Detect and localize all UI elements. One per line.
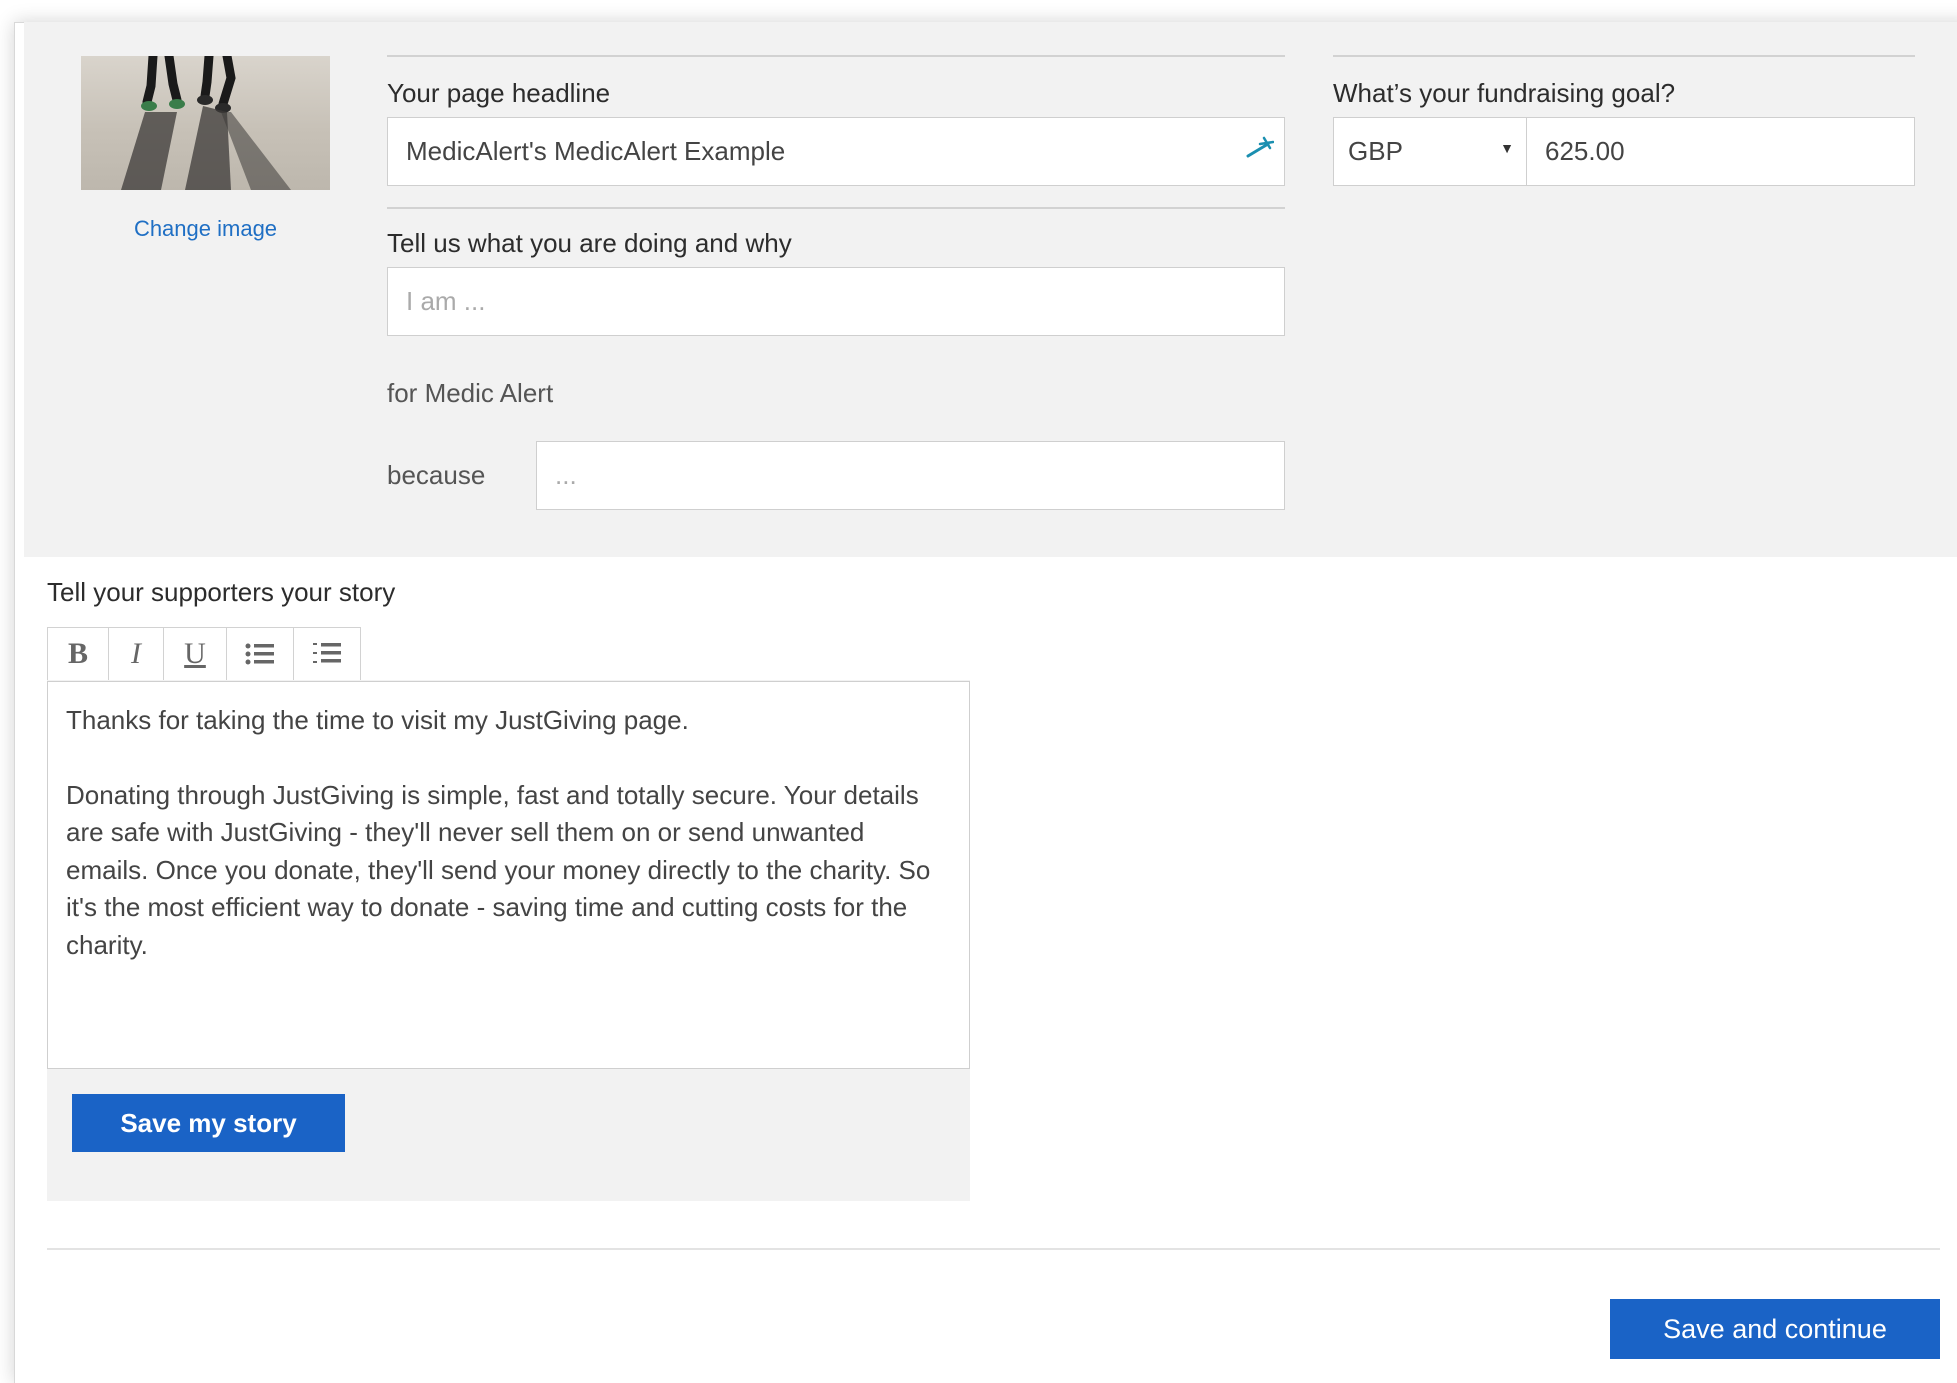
goal-label: What’s your fundraising goal?	[1333, 78, 1676, 108]
bulleted-list-button[interactable]	[227, 628, 294, 680]
doing-placeholder: I am ...	[406, 286, 486, 316]
change-image-link[interactable]: Change image	[81, 216, 330, 242]
underline-button[interactable]: U	[164, 628, 227, 680]
save-story-button[interactable]: Save my story	[72, 1094, 345, 1152]
doing-label: Tell us what you are doing and why	[387, 228, 792, 258]
page-image	[81, 56, 330, 190]
headline-input[interactable]: MedicAlert's MedicAlert Example	[387, 117, 1285, 186]
underline-icon: U	[184, 637, 206, 670]
magic-wand-icon[interactable]	[1246, 136, 1274, 158]
bulleted-list-icon	[245, 643, 274, 665]
currency-value: GBP	[1348, 136, 1403, 166]
story-editor[interactable]: Thanks for taking the time to visit my J…	[47, 681, 970, 1069]
bold-button[interactable]: B	[48, 628, 109, 680]
numbered-list-button[interactable]	[294, 628, 360, 680]
doing-input[interactable]: I am ...	[387, 267, 1285, 336]
story-paragraph: Thanks for taking the time to visit my J…	[66, 705, 689, 735]
numbered-list-icon	[313, 643, 341, 663]
currency-select[interactable]: GBP ▼	[1333, 117, 1527, 186]
because-input[interactable]: ...	[536, 441, 1285, 510]
headline-value: MedicAlert's MedicAlert Example	[406, 136, 786, 166]
dropdown-caret-icon: ▼	[1500, 140, 1514, 156]
save-and-continue-button[interactable]: Save and continue	[1610, 1299, 1940, 1359]
italic-icon: I	[131, 637, 141, 670]
italic-button[interactable]: I	[109, 628, 164, 680]
goal-divider	[1333, 55, 1915, 57]
doing-divider	[387, 207, 1285, 209]
story-paragraph: Donating through JustGiving is simple, f…	[66, 779, 931, 960]
headline-label: Your page headline	[387, 78, 611, 108]
because-placeholder: ...	[555, 460, 577, 490]
bold-icon: B	[67, 637, 88, 670]
goal-amount-value: 625.00	[1545, 136, 1625, 166]
story-label: Tell your supporters your story	[47, 577, 396, 607]
headline-divider	[387, 55, 1285, 57]
editor-toolbar: B I U	[47, 627, 361, 681]
goal-amount-input[interactable]: 625.00	[1526, 117, 1915, 186]
because-label: because	[387, 460, 486, 490]
for-charity-text: for Medic Alert	[387, 378, 554, 408]
footer-divider	[47, 1248, 1940, 1250]
